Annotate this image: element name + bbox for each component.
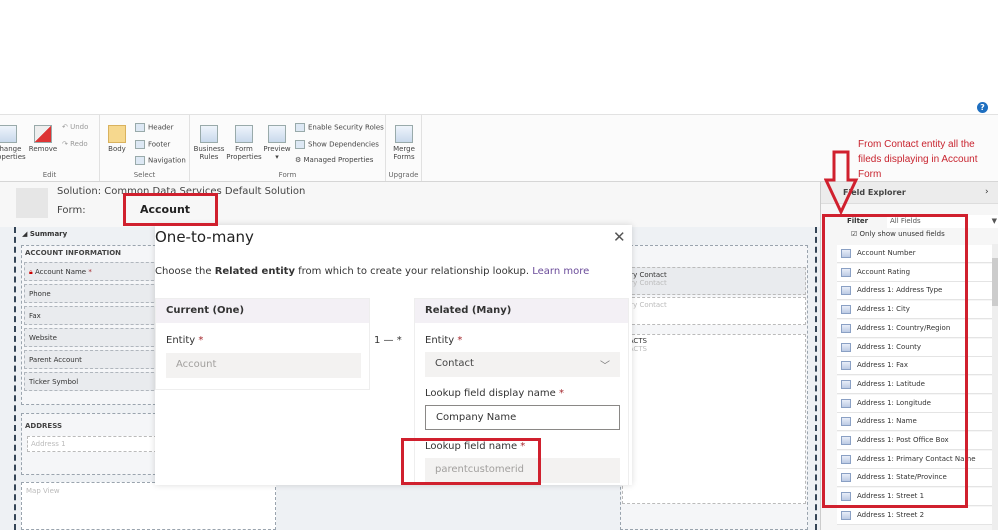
field-parent-account[interactable]: Parent Account <box>24 350 159 369</box>
annotation-box-field-list <box>822 214 968 508</box>
current-card: Current (One) Entity * Account <box>155 298 370 390</box>
field-list-item[interactable]: Address 1: Street 2 <box>837 506 992 525</box>
remove-button[interactable]: Remove <box>28 125 58 153</box>
enable-security-roles-button[interactable]: Enable Security Roles <box>295 123 384 132</box>
related-header: Related (Many) <box>415 299 628 323</box>
field-account-name[interactable]: 🔒︎ Account Name * <box>24 262 159 281</box>
address-field[interactable]: Address 1 <box>27 436 157 452</box>
annotation-box-lookup-field <box>401 438 541 485</box>
remove-icon <box>34 125 52 143</box>
ribbon-group-form: Business Rules Form Properties Preview ▾ … <box>190 115 386 181</box>
ribbon-group-select: Body Header Footer Navigation Select <box>100 115 190 181</box>
merge-forms-icon <box>395 125 413 143</box>
form-properties-icon <box>235 125 253 143</box>
undo-icon: ↶ <box>62 123 71 131</box>
entity-label: Entity * <box>166 335 204 346</box>
field-fax[interactable]: Fax <box>24 306 159 325</box>
cardinality: 1 — * <box>374 335 402 346</box>
ribbon-group-upgrade: Merge Forms Upgrade <box>386 115 422 181</box>
tab-border <box>14 227 16 530</box>
dialog-title: One-to-many <box>155 228 254 246</box>
business-rules-icon <box>200 125 218 143</box>
tab-summary[interactable]: ◢ Summary <box>22 230 67 238</box>
form-properties-button[interactable]: Form Properties <box>226 125 262 161</box>
field-icon <box>841 510 851 520</box>
related-entity-dropdown[interactable]: Contact ﹀ <box>425 352 620 377</box>
learn-more-link[interactable]: Learn more <box>532 266 589 277</box>
annotation-box-form-name <box>123 193 218 226</box>
footer-button[interactable]: Footer <box>135 140 170 149</box>
current-entity-field: Account <box>166 353 361 378</box>
redo-icon: ↷ <box>62 140 71 148</box>
navigation-button[interactable]: Navigation <box>135 156 186 165</box>
field-list-scrollbar[interactable] <box>992 244 998 530</box>
section-title: ADDRESS <box>25 422 62 430</box>
security-roles-icon <box>295 123 305 132</box>
chevron-down-icon: ﹀ <box>600 361 610 372</box>
entity-image-icon <box>16 188 48 218</box>
redo-button[interactable]: ↷ Redo <box>62 140 88 148</box>
lock-icon: 🔒︎ <box>29 268 33 276</box>
field-ticker-symbol[interactable]: Ticker Symbol <box>24 372 159 391</box>
header-icon <box>135 123 145 132</box>
preview-icon <box>268 125 286 143</box>
dropdown-arrow-icon: ▼ <box>991 217 997 225</box>
business-rules-button[interactable]: Business Rules <box>192 125 226 161</box>
help-icon[interactable]: ? <box>977 102 988 113</box>
lookup-display-name-input[interactable]: Company Name <box>425 405 620 430</box>
change-properties-button[interactable]: Change Properties <box>0 125 26 161</box>
ribbon-group-edit: Change Properties Remove ↶ Undo ↷ Redo E… <box>0 115 100 181</box>
section-title: ACCOUNT INFORMATION <box>25 249 122 257</box>
show-dependencies-button[interactable]: Show Dependencies <box>295 140 379 149</box>
body-button[interactable]: Body <box>105 125 129 153</box>
navigation-icon <box>135 156 145 165</box>
header-button[interactable]: Header <box>135 123 174 132</box>
subgrid-contacts[interactable]: TACTS TACTS <box>622 334 806 504</box>
annotation-arrow-icon <box>824 150 859 216</box>
field-website[interactable]: Website <box>24 328 159 347</box>
form-label: Form: <box>57 205 86 216</box>
footer-icon <box>135 140 145 149</box>
field-contact-preview[interactable]: ary Contact <box>622 297 806 325</box>
map-view[interactable]: Map View <box>21 482 276 530</box>
managed-properties-button[interactable]: ⚙ Managed Properties <box>295 156 373 164</box>
annotation-note: From Contact entity all the fileds displ… <box>858 139 978 180</box>
undo-button[interactable]: ↶ Undo <box>62 123 88 131</box>
field-phone[interactable]: Phone <box>24 284 159 303</box>
preview-button[interactable]: Preview ▾ <box>262 125 292 161</box>
current-header: Current (One) <box>156 299 369 323</box>
tab-border <box>815 227 817 530</box>
dependencies-icon <box>295 140 305 149</box>
scrollbar-thumb[interactable] <box>992 258 998 306</box>
one-to-many-dialog: One-to-many ✕ Choose the Related entity … <box>155 225 632 485</box>
lookup-display-label: Lookup field display name * <box>425 388 564 399</box>
body-icon <box>108 125 126 143</box>
gear-icon: ⚙ <box>295 156 304 164</box>
field-primary-contact[interactable]: ary Contact ary Contact <box>622 267 806 295</box>
entity-label: Entity * <box>425 335 463 346</box>
properties-icon <box>0 125 17 143</box>
dialog-description: Choose the Related entity from which to … <box>155 266 590 277</box>
merge-forms-button[interactable]: Merge Forms <box>388 125 420 161</box>
close-icon[interactable]: ✕ <box>613 228 626 246</box>
chevron-right-icon[interactable]: › <box>985 187 989 197</box>
